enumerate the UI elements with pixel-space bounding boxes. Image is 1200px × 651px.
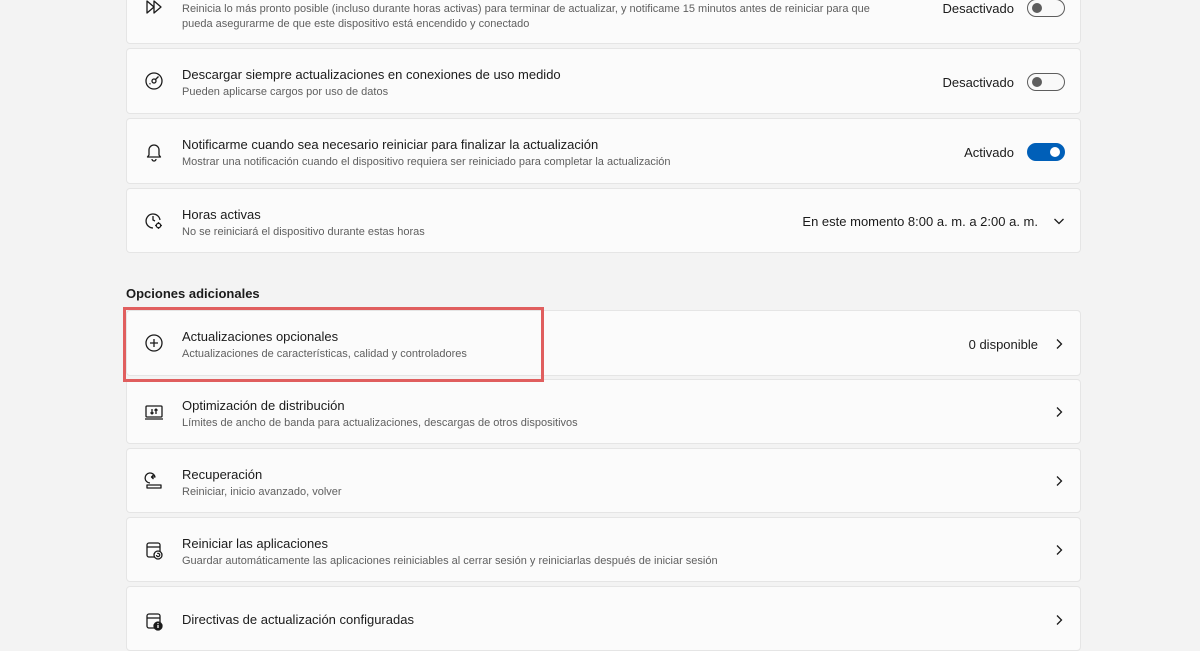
restart-asap-desc-2: pueda asegurarme de que este dispositivo… [182,18,530,30]
delivery-optimization-title: Optimización de distribución [182,398,345,413]
chevron-right-icon[interactable] [1052,543,1066,557]
gauge-icon [143,70,165,92]
restart-apps-row[interactable]: Reiniciar las aplicaciones Guardar autom… [126,517,1081,582]
update-policies-title: Directivas de actualización configuradas [182,612,414,627]
notify-status: Activado [964,145,1014,160]
recovery-icon [143,470,165,492]
optional-updates-desc: Actualizaciones de características, cali… [182,348,467,360]
chevron-right-icon[interactable] [1052,337,1066,351]
fast-forward-icon [143,0,165,18]
optional-updates-title: Actualizaciones opcionales [182,329,339,344]
metered-download-row: Descargar siempre actualizaciones en con… [126,48,1081,114]
recovery-desc: Reiniciar, inicio avanzado, volver [182,486,342,498]
chevron-right-icon[interactable] [1052,405,1066,419]
recovery-row[interactable]: Recuperación Reiniciar, inicio avanzado,… [126,448,1081,513]
chevron-right-icon[interactable] [1052,474,1066,488]
chevron-right-icon[interactable] [1052,613,1066,627]
active-hours-row[interactable]: Horas activas No se reiniciará el dispos… [126,188,1081,253]
optional-updates-count: 0 disponible [968,337,1038,352]
recovery-title: Recuperación [182,467,263,482]
toggle-knob [1032,3,1042,13]
additional-options-header: Opciones adicionales [126,286,260,301]
restart-asap-status: Desactivado [942,1,1014,16]
restart-apps-icon [143,539,165,561]
update-policies-row[interactable]: Directivas de actualización configuradas [126,586,1081,651]
active-hours-desc: No se reiniciará el dispositivo durante … [182,226,425,238]
restart-asap-row: Reinicia lo más pronto posible (incluso … [126,0,1081,44]
optional-updates-row[interactable]: Actualizaciones opcionales Actualizacion… [126,310,1081,376]
restart-apps-desc: Guardar automáticamente las aplicaciones… [182,555,718,567]
plus-circle-icon [143,332,165,354]
restart-asap-desc-1: Reinicia lo más pronto posible (incluso … [182,3,870,15]
notify-desc: Mostrar una notificación cuando el dispo… [182,156,671,168]
bell-icon [143,140,165,162]
metered-title: Descargar siempre actualizaciones en con… [182,67,561,82]
chevron-down-icon[interactable] [1052,214,1066,228]
delivery-optimization-desc: Límites de ancho de banda para actualiza… [182,417,578,429]
delivery-optimization-icon [143,401,165,423]
notify-title: Notificarme cuando sea necesario reinici… [182,137,599,152]
toggle-knob [1050,147,1060,157]
toggle-knob [1032,77,1042,87]
restart-apps-title: Reiniciar las aplicaciones [182,536,328,551]
restart-asap-toggle[interactable] [1027,0,1065,17]
notify-restart-row: Notificarme cuando sea necesario reinici… [126,118,1081,184]
active-hours-title: Horas activas [182,207,261,222]
policy-info-icon [143,610,165,632]
metered-desc: Pueden aplicarse cargos por uso de datos [182,86,389,98]
metered-status: Desactivado [942,75,1014,90]
delivery-optimization-row[interactable]: Optimización de distribución Límites de … [126,379,1081,444]
clock-gear-icon [143,210,165,232]
active-hours-value: En este momento 8:00 a. m. a 2:00 a. m. [802,214,1038,229]
metered-toggle[interactable] [1027,73,1065,91]
notify-toggle[interactable] [1027,143,1065,161]
